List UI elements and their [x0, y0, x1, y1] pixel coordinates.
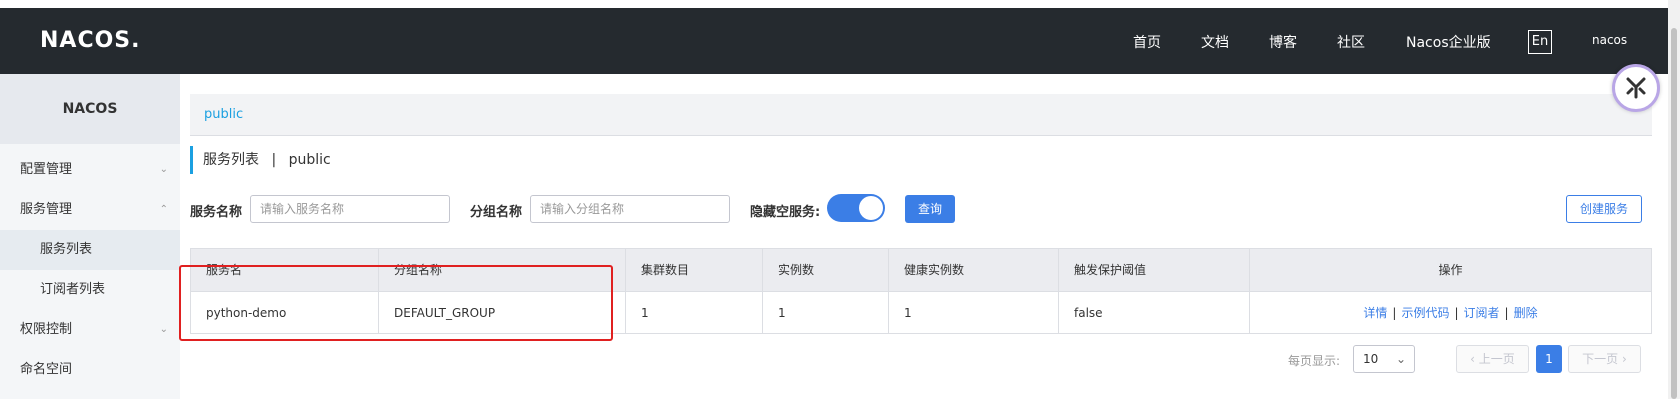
col-protect-threshold: 触发保护阈值	[1059, 249, 1250, 291]
query-button[interactable]: 查询	[905, 195, 955, 223]
prev-page-label: 上一页	[1478, 352, 1515, 366]
hide-empty-toggle[interactable]	[827, 194, 885, 222]
page-title-separator: |	[271, 152, 277, 168]
chevron-down-icon: ⌄	[159, 324, 168, 335]
red-highlight-annotation	[179, 265, 613, 341]
op-separator: |	[1504, 306, 1509, 320]
chevron-left-icon: ‹	[1470, 352, 1479, 366]
sidebar-item-service-list[interactable]: 服务列表	[0, 230, 180, 270]
floating-assistant-icon[interactable]	[1612, 64, 1660, 112]
sidebar-item-label: 配置管理	[20, 162, 73, 177]
service-name-label: 服务名称	[190, 205, 243, 220]
chevron-down-icon: ⌄	[159, 164, 168, 175]
op-separator: |	[1454, 306, 1459, 320]
create-service-button[interactable]: 创建服务	[1566, 195, 1642, 223]
sidebar-item-namespace[interactable]: 命名空间	[0, 350, 180, 390]
sidebar-item-label: 订阅者列表	[40, 282, 106, 297]
sidebar-item-service-mgmt[interactable]: 服务管理 ⌃	[0, 190, 180, 230]
nav-community[interactable]: 社区	[1337, 32, 1365, 52]
nacos-logo[interactable]: NACOS.	[40, 28, 141, 53]
col-instances: 实例数	[763, 249, 889, 291]
next-page-label: 下一页	[1582, 352, 1619, 366]
sample-code-link[interactable]: 示例代码	[1401, 306, 1449, 320]
sidebar: NACOS 配置管理 ⌄ 服务管理 ⌃ 服务列表 订阅者列表 权限控制 ⌄ 命名…	[0, 74, 180, 399]
hide-empty-label: 隐藏空服务:	[750, 205, 821, 220]
service-name-input[interactable]: 请输入服务名称	[250, 195, 450, 223]
assistant-glyph-icon	[1626, 77, 1646, 99]
sidebar-item-access-control[interactable]: 权限控制 ⌄	[0, 310, 180, 350]
cell-protect-threshold: false	[1059, 292, 1250, 333]
page-size-value: 10	[1363, 352, 1379, 366]
cell-clusters: 1	[626, 292, 763, 333]
page-scrollbar[interactable]	[1668, 0, 1680, 399]
nav-blog[interactable]: 博客	[1269, 32, 1297, 52]
details-link[interactable]: 详情	[1363, 306, 1387, 320]
cell-instances: 1	[763, 292, 889, 333]
group-name-input[interactable]: 请输入分组名称	[530, 195, 730, 223]
page-title-main: 服务列表	[203, 152, 259, 168]
subscribers-link[interactable]: 订阅者	[1464, 306, 1500, 320]
chevron-up-icon: ⌃	[159, 204, 168, 215]
group-name-label: 分组名称	[470, 205, 523, 220]
user-name[interactable]: nacos	[1592, 33, 1627, 47]
language-toggle-button[interactable]: En	[1528, 30, 1552, 54]
top-header: NACOS. 首页 文档 博客 社区 Nacos企业版 nacos En	[0, 8, 1668, 74]
page-size-select[interactable]: 10 ⌄	[1353, 345, 1415, 373]
sidebar-item-label: 命名空间	[20, 362, 73, 377]
chevron-down-icon: ⌄	[1395, 352, 1406, 366]
scrollbar-thumb[interactable]	[1671, 28, 1677, 399]
page-title: 服务列表 | public	[190, 146, 331, 174]
col-clusters: 集群数目	[626, 249, 763, 291]
sidebar-item-config[interactable]: 配置管理 ⌄	[0, 150, 180, 190]
sidebar-item-label: 权限控制	[20, 322, 73, 337]
delete-link[interactable]: 删除	[1514, 306, 1538, 320]
cell-operations: 详情 | 示例代码 | 订阅者 | 删除	[1250, 292, 1651, 333]
namespace-breadcrumb: public	[190, 94, 1652, 136]
chevron-right-icon: ›	[1618, 352, 1627, 366]
prev-page-button[interactable]: ‹ 上一页	[1456, 345, 1529, 373]
sidebar-item-label: 服务管理	[20, 202, 73, 217]
col-operations: 操作	[1438, 263, 1463, 277]
sidebar-title: NACOS	[0, 74, 180, 144]
current-page-button[interactable]: 1	[1536, 345, 1562, 373]
toggle-knob	[859, 196, 883, 220]
page-title-namespace: public	[288, 152, 331, 168]
per-page-label: 每页显示:	[1288, 354, 1341, 368]
main-content: public 服务列表 | public 服务名称 请输入服务名称 分组名称 请…	[180, 74, 1656, 399]
op-separator: |	[1392, 306, 1397, 320]
sidebar-item-label: 服务列表	[40, 242, 93, 257]
col-healthy: 健康实例数	[889, 249, 1059, 291]
next-page-button[interactable]: 下一页 ›	[1568, 345, 1641, 373]
top-strip	[0, 0, 1680, 8]
namespace-link[interactable]: public	[204, 107, 243, 122]
nav-home[interactable]: 首页	[1133, 32, 1161, 52]
nav-docs[interactable]: 文档	[1201, 32, 1229, 52]
nav-enterprise[interactable]: Nacos企业版	[1406, 32, 1491, 52]
cell-healthy: 1	[889, 292, 1059, 333]
sidebar-item-subscribers[interactable]: 订阅者列表	[0, 270, 180, 310]
